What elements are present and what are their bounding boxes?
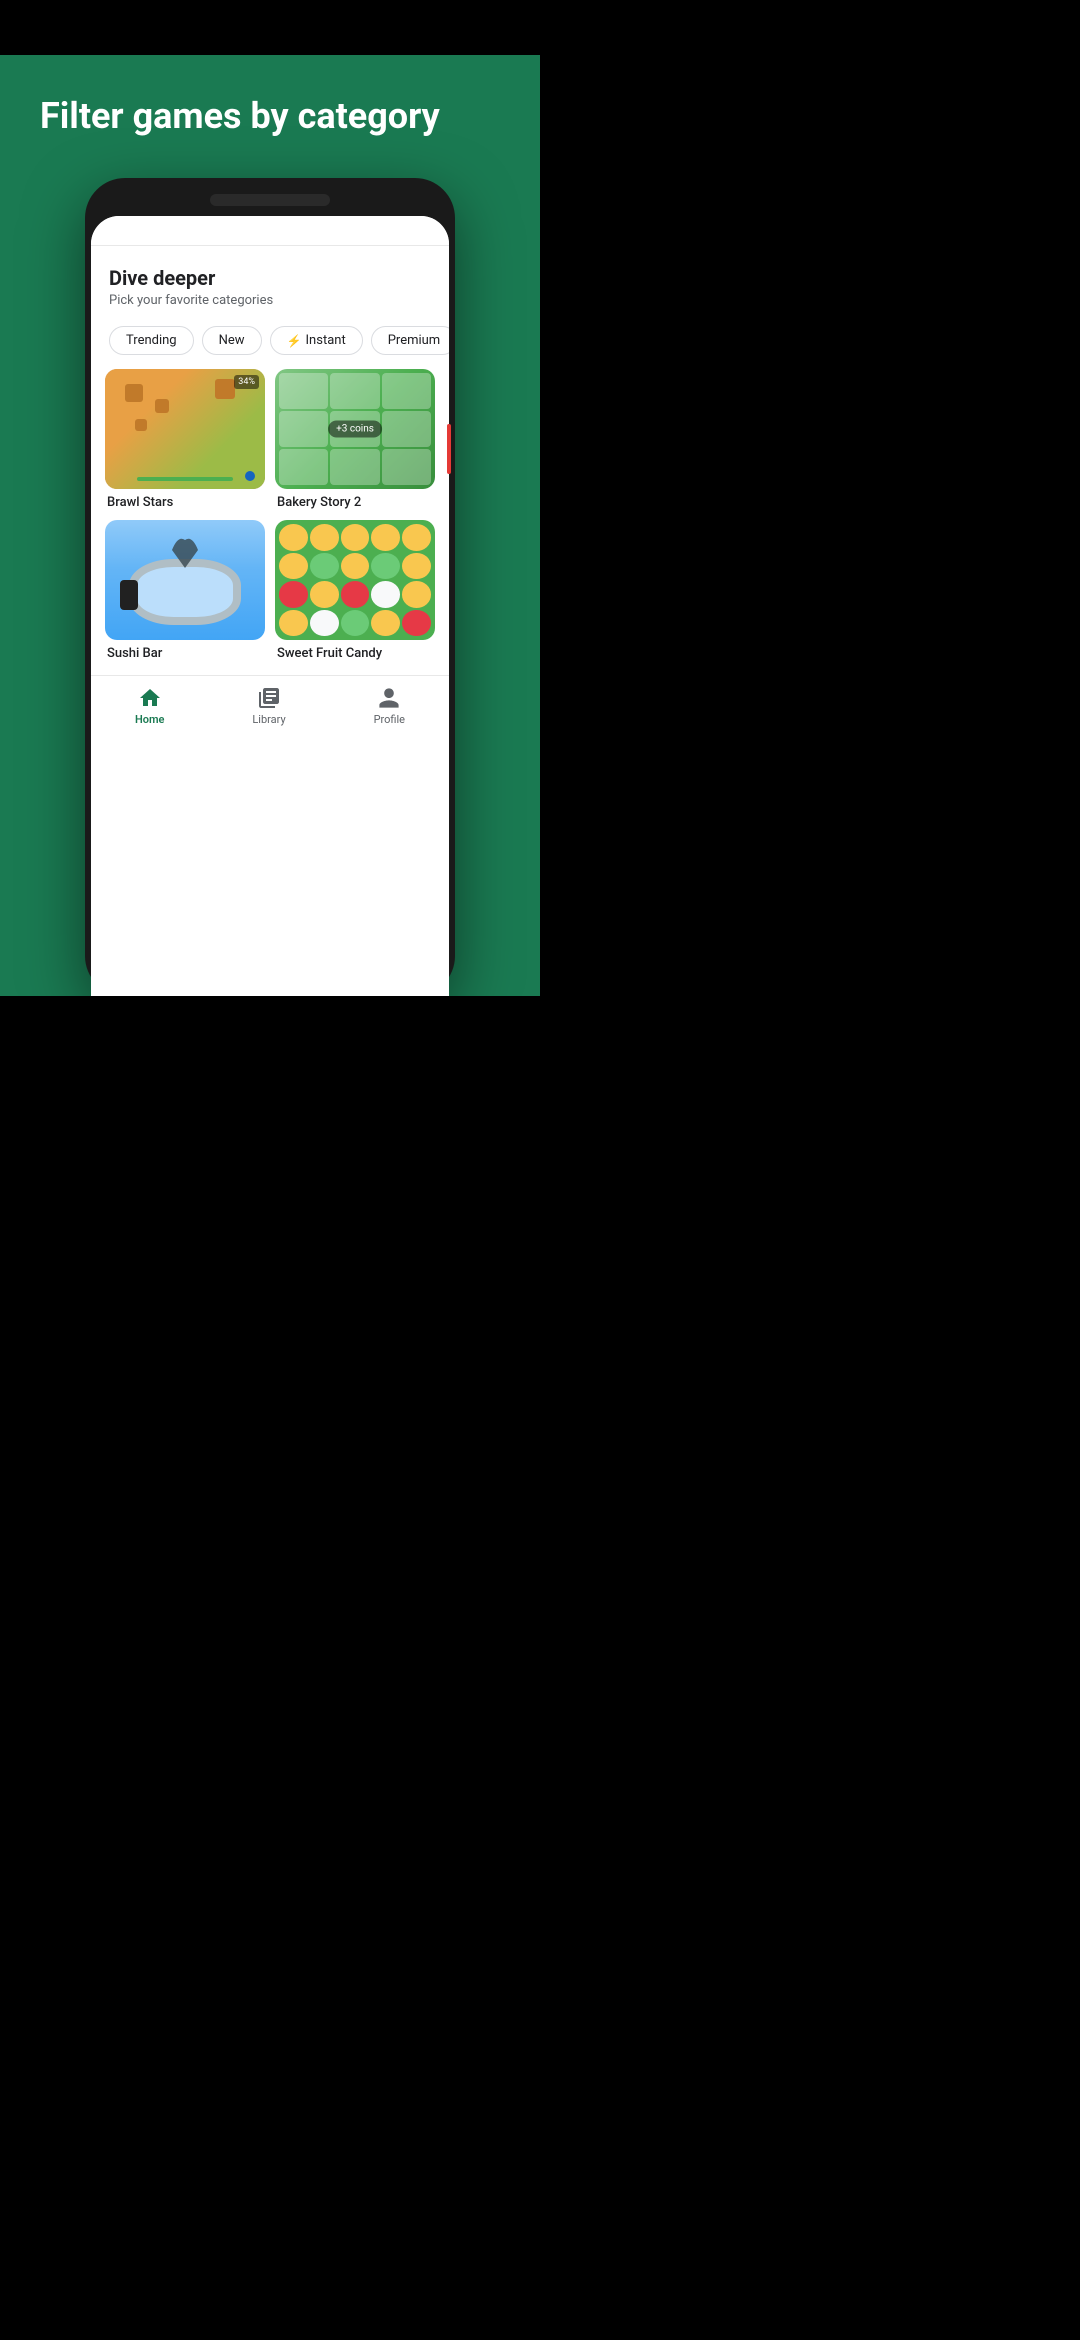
brawl-indicator bbox=[245, 471, 255, 481]
chip-premium[interactable]: Premium bbox=[371, 326, 449, 355]
games-grid: 34% Brawl Stars bbox=[91, 369, 449, 675]
section-title: Dive deeper bbox=[109, 266, 431, 290]
chip-instant-label: Instant bbox=[306, 333, 346, 348]
section-subtitle: Pick your favorite categories bbox=[109, 293, 431, 308]
game-card-brawl-stars[interactable]: 34% Brawl Stars bbox=[105, 369, 265, 510]
nav-label-home: Home bbox=[135, 713, 165, 726]
home-icon bbox=[138, 686, 162, 710]
game-title-sweet-fruit-candy: Sweet Fruit Candy bbox=[275, 646, 435, 661]
hero-background: Filter games by category Dive deeper Pic… bbox=[0, 55, 540, 996]
filter-chips-row: Trending New ⚡ Instant Premium bbox=[91, 318, 449, 369]
game-title-bakery-story-2: Bakery Story 2 bbox=[275, 495, 435, 510]
phone-screen: Dive deeper Pick your favorite categorie… bbox=[91, 216, 449, 996]
lightning-icon: ⚡ bbox=[287, 334, 302, 348]
chip-new[interactable]: New bbox=[202, 326, 262, 355]
game-thumbnail-brawl-stars: 34% bbox=[105, 369, 265, 489]
screen-content: Dive deeper Pick your favorite categorie… bbox=[91, 246, 449, 740]
game-thumbnail-bakery-story-2: +3 coins bbox=[275, 369, 435, 489]
game-card-sweet-fruit-candy[interactable]: Sweet Fruit Candy bbox=[275, 520, 435, 661]
phone-wrapper: Dive deeper Pick your favorite categorie… bbox=[40, 148, 500, 996]
game-card-bakery-story-2[interactable]: +3 coins Bakery Story 2 bbox=[275, 369, 435, 510]
chip-premium-label: Premium bbox=[388, 333, 441, 348]
phone-notch bbox=[210, 194, 330, 206]
phone-frame: Dive deeper Pick your favorite categorie… bbox=[85, 178, 455, 996]
nav-item-profile[interactable]: Profile bbox=[374, 686, 405, 726]
game-card-sushi-bar[interactable]: Sushi Bar bbox=[105, 520, 265, 661]
profile-icon bbox=[377, 686, 401, 710]
chip-trending[interactable]: Trending bbox=[109, 326, 194, 355]
game-thumbnail-sushi-bar bbox=[105, 520, 265, 640]
section-header: Dive deeper Pick your favorite categorie… bbox=[91, 246, 449, 318]
chip-instant[interactable]: ⚡ Instant bbox=[270, 326, 363, 355]
top-status-bar bbox=[0, 0, 540, 55]
percent-badge: 34% bbox=[234, 375, 259, 389]
bottom-bar bbox=[0, 996, 540, 1051]
nav-label-profile: Profile bbox=[374, 713, 405, 726]
nav-label-library: Library bbox=[252, 713, 285, 726]
game-title-sushi-bar: Sushi Bar bbox=[105, 646, 265, 661]
chip-trending-label: Trending bbox=[126, 333, 177, 348]
game-title-brawl-stars: Brawl Stars bbox=[105, 495, 265, 510]
scrollbar-indicator[interactable] bbox=[447, 424, 449, 474]
chip-new-label: New bbox=[219, 333, 245, 348]
game-thumbnail-sweet-fruit-candy bbox=[275, 520, 435, 640]
screen-top-bar bbox=[91, 216, 449, 246]
nav-item-home[interactable]: Home bbox=[135, 686, 165, 726]
hero-title: Filter games by category bbox=[40, 95, 440, 138]
bottom-navigation: Home Library Profile bbox=[91, 675, 449, 740]
library-icon bbox=[257, 686, 281, 710]
nav-item-library[interactable]: Library bbox=[252, 686, 285, 726]
bakery-coins-badge: +3 coins bbox=[328, 421, 382, 438]
